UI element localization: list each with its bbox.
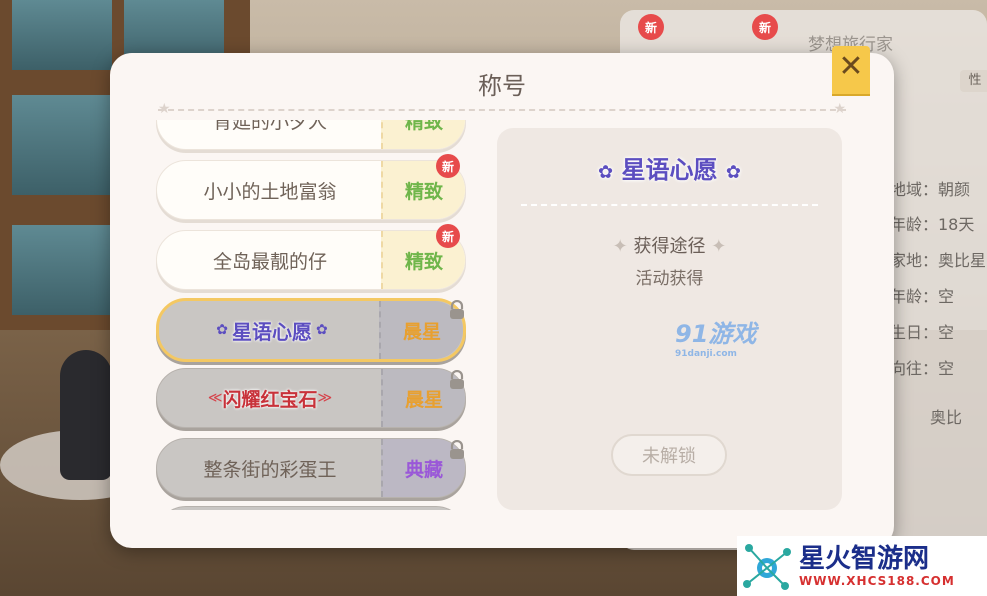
title-item-label: ✿ 星语心愿 ✿ xyxy=(159,301,385,359)
watermark-91: 91游戏 91danji.com xyxy=(675,314,756,359)
detail-title: ✿ 星语心愿 ✿ xyxy=(497,150,842,185)
cat-pet xyxy=(60,350,112,480)
dialog-title: 称号 xyxy=(478,72,526,100)
sparkle-icon: ✦ xyxy=(612,236,628,257)
title-item-label-text: 闪耀红宝石 xyxy=(222,388,318,411)
new-badge: 新 xyxy=(436,224,460,248)
watermark-91-main: 91游戏 xyxy=(675,320,757,348)
title-divider xyxy=(158,109,846,111)
star-icon: ★ xyxy=(833,101,846,117)
obtain-method: 活动获得 xyxy=(635,269,704,289)
detail-divider xyxy=(521,204,818,206)
obtain-heading-text: 获得途径 xyxy=(633,236,706,257)
profile-tag: 性 xyxy=(960,70,987,92)
unlock-button[interactable]: 未解锁 xyxy=(611,434,727,476)
title-list[interactable]: 背延的小夕人 精致 小小的土地富翁 精致 新 全岛最靓的仔 精致 新 ✿ 星语心… xyxy=(156,120,470,510)
title-item[interactable]: 整条街的彩蛋王 典藏 xyxy=(156,438,466,498)
title-detail-card: ✿ 星语心愿 ✿ ✦ 获得途径 ✦ 活动获得 91游戏 91danji.com … xyxy=(497,128,842,510)
sparkle-icon: ✦ xyxy=(711,236,727,257)
title-item[interactable]: 背延的小夕人 精致 xyxy=(156,120,466,150)
title-item[interactable]: ≪ 闪耀红宝石 ≫ 晨星 xyxy=(156,368,466,428)
network-logo-icon xyxy=(743,544,791,590)
lock-icon xyxy=(450,440,464,459)
title-item[interactable]: 小小的土地富翁 精致 xyxy=(156,160,466,220)
tier-badge: 精致 xyxy=(381,120,465,149)
profile-info-line: 年龄：空 xyxy=(890,287,955,306)
star-flower-icon: ✿ xyxy=(216,322,228,338)
wing-icon: ≫ xyxy=(317,390,333,406)
title-item-label-text: 星语心愿 xyxy=(232,319,312,344)
profile-info-line: 年龄：18天 xyxy=(890,215,975,234)
profile-info-line: 生日：空 xyxy=(890,323,955,342)
wing-icon: ≪ xyxy=(207,390,223,406)
lock-icon xyxy=(450,370,464,389)
profile-info-line: 向往：空 xyxy=(890,359,955,378)
title-item-label: 背延的小夕人 xyxy=(212,120,327,133)
title-item-label: ≪ 闪耀红宝石 ≫ xyxy=(157,369,383,427)
title-item-selected[interactable]: ✿ 星语心愿 ✿ 晨星 xyxy=(156,298,466,362)
profile-info-line: 家地：奥比星 xyxy=(890,251,987,270)
title-item[interactable]: 全岛最靓的仔 精致 xyxy=(156,230,466,290)
watermark-91-sub: 91danji.com xyxy=(675,349,737,359)
profile-info-line: 地域：朝颜 xyxy=(890,180,971,199)
star-flower-icon: ✿ xyxy=(598,162,614,183)
new-badge: 新 xyxy=(752,14,778,40)
title-item-label: 整条街的彩蛋王 xyxy=(203,458,337,481)
brand-url: WWW.XHCS188.COM xyxy=(799,574,955,588)
detail-title-text: 星语心愿 xyxy=(621,156,718,184)
brand-name: 星火智游网 xyxy=(799,544,930,574)
close-button[interactable]: ✕ xyxy=(832,46,870,94)
title-item[interactable] xyxy=(156,506,466,510)
close-icon: ✕ xyxy=(838,49,864,84)
star-flower-icon: ✿ xyxy=(725,162,741,183)
title-item-label: 小小的土地富翁 xyxy=(203,180,337,203)
title-item-label: 全岛最靓的仔 xyxy=(212,250,327,273)
lock-icon xyxy=(450,300,464,319)
new-badge: 新 xyxy=(436,154,460,178)
obtain-heading: ✦ 获得途径 ✦ xyxy=(497,232,842,258)
brand-watermark: 星火智游网 WWW.XHCS188.COM xyxy=(737,536,987,596)
star-icon: ★ xyxy=(158,101,171,117)
star-flower-icon: ✿ xyxy=(316,322,328,338)
new-badge: 新 xyxy=(638,14,664,40)
profile-info-line: 奥比 xyxy=(930,408,963,427)
